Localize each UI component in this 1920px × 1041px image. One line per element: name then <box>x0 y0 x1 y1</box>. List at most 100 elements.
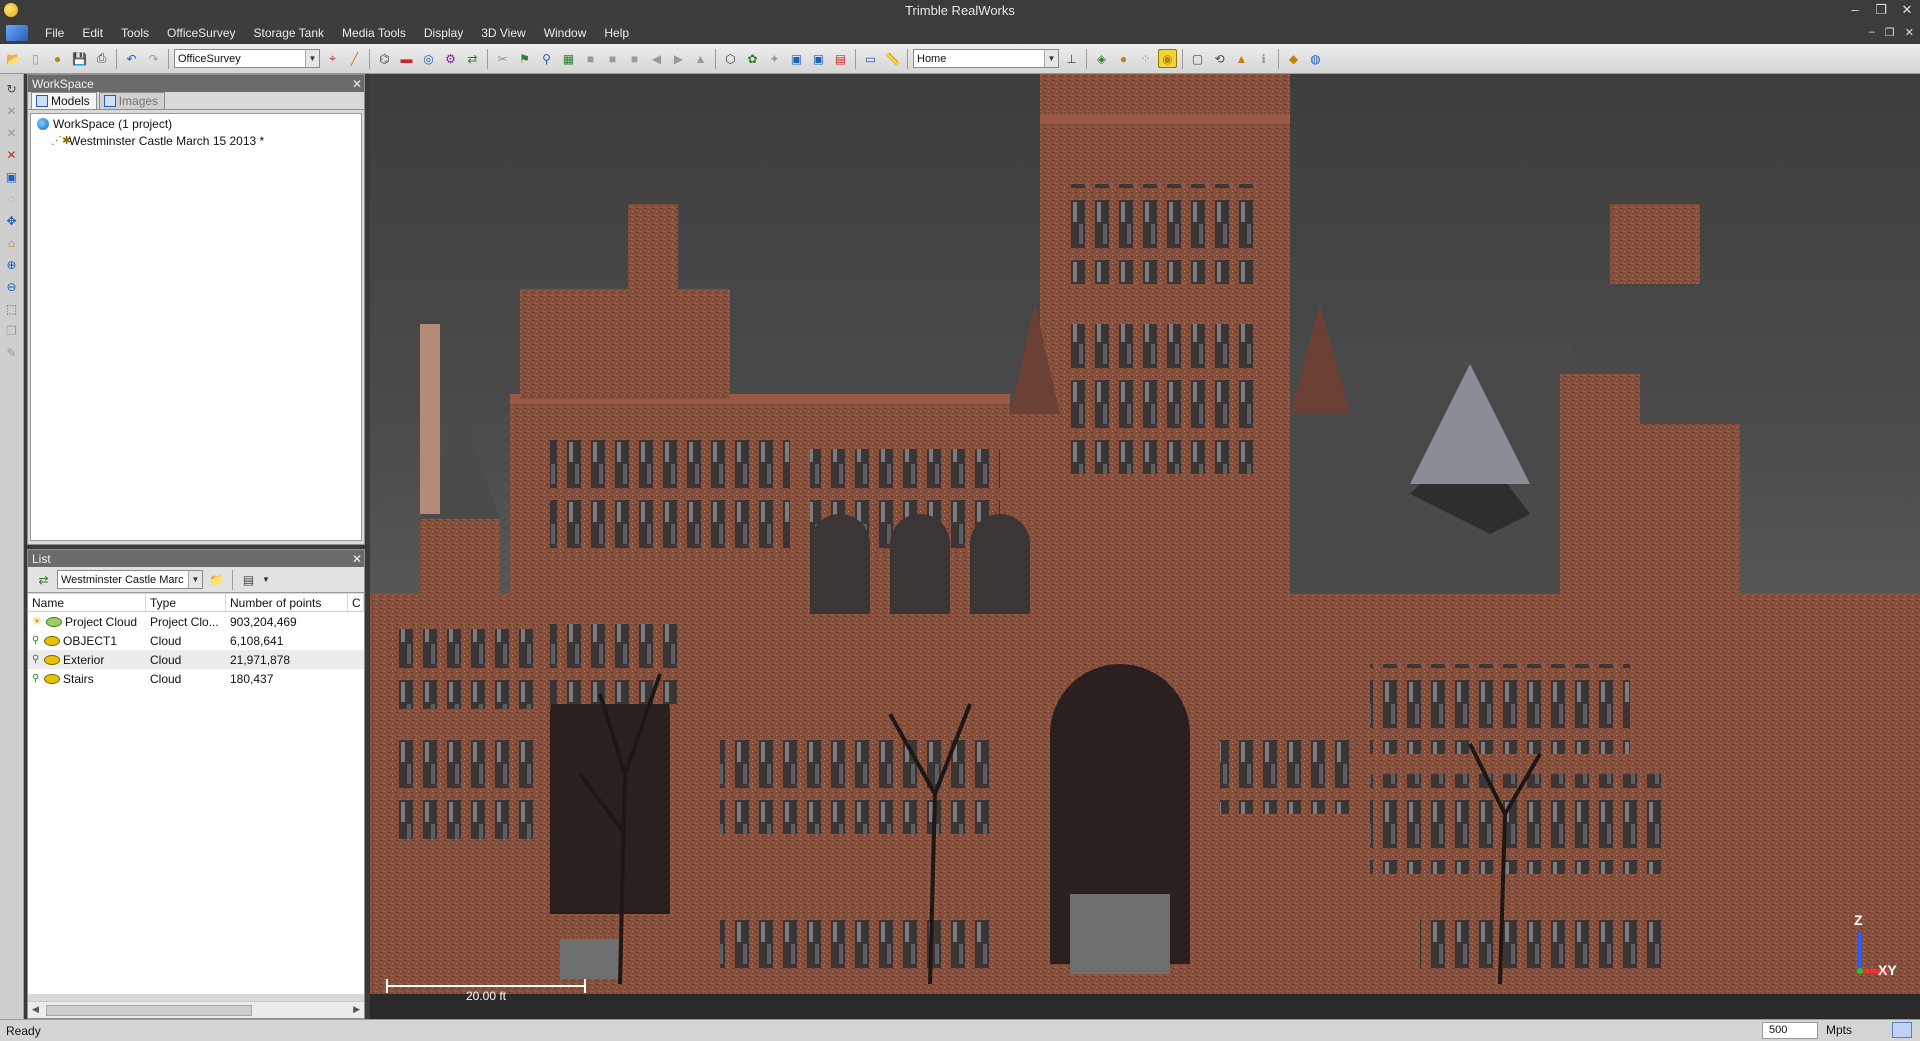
chevron-down-icon[interactable]: ▼ <box>305 50 319 67</box>
display-icon[interactable]: ◍ <box>1306 49 1325 68</box>
rotate-icon[interactable]: ⟲ <box>1210 49 1229 68</box>
light-bulb-icon[interactable]: ☀ <box>32 616 43 628</box>
visibility-icon[interactable]: ⚲ <box>32 673 41 685</box>
tree-root[interactable]: WorkSpace (1 project) <box>31 115 361 132</box>
menu-storage-tank[interactable]: Storage Tank <box>245 26 334 40</box>
mdi-restore-icon[interactable]: ❐ <box>1885 26 1895 39</box>
station-icon[interactable]: ⌬ <box>375 49 394 68</box>
menu-help[interactable]: Help <box>595 26 638 40</box>
axes-icon[interactable]: ⊥ <box>1062 49 1081 68</box>
flag-icon[interactable]: ⚑ <box>515 49 534 68</box>
draw-icon[interactable]: ✎ <box>3 344 21 362</box>
copy-icon[interactable]: ❐ <box>3 322 21 340</box>
menu-tools[interactable]: Tools <box>112 26 158 40</box>
menu-display[interactable]: Display <box>415 26 472 40</box>
bookmark-icon[interactable]: ▤ <box>831 49 850 68</box>
view-combo[interactable]: Home ▼ <box>913 49 1059 68</box>
project-icon[interactable]: ● <box>48 49 67 68</box>
window-view-icon[interactable]: ▣ <box>787 49 806 68</box>
back-icon[interactable]: ◀ <box>647 49 666 68</box>
ruler-icon[interactable]: 📏 <box>883 49 902 68</box>
redo-icon[interactable]: ↷ <box>144 49 163 68</box>
rotate-view-icon[interactable]: ↻ <box>3 80 21 98</box>
horizontal-scrollbar[interactable]: ◀ ▶ <box>28 1001 364 1018</box>
menu-3d-view[interactable]: 3D View <box>472 26 534 40</box>
warning-icon[interactable]: ▲ <box>1232 49 1251 68</box>
menu-file[interactable]: File <box>36 26 73 40</box>
new-icon[interactable]: ▯ <box>26 49 45 68</box>
chevron-down-icon[interactable]: ▼ <box>1044 50 1058 67</box>
monitor-icon[interactable]: ▭ <box>861 49 880 68</box>
register-icon[interactable]: ⇄ <box>463 49 482 68</box>
mdi-close-icon[interactable]: ✕ <box>1905 26 1914 39</box>
close-icon[interactable]: ✕ <box>350 77 364 91</box>
close-icon[interactable]: ✕ <box>350 552 364 566</box>
eye-toggle-icon[interactable]: ◉ <box>1158 49 1177 68</box>
mode-combo[interactable]: OfficeSurvey ▼ <box>174 49 320 68</box>
list-project-combo[interactable]: Westminster Castle Marc ▼ <box>57 570 203 589</box>
tab-models[interactable]: Models <box>31 92 97 109</box>
chevron-down-icon[interactable]: ▼ <box>188 571 202 588</box>
up-icon[interactable]: ▲ <box>691 49 710 68</box>
yellow-sphere-icon[interactable]: ● <box>1114 49 1133 68</box>
segment-icon[interactable]: ▬ <box>397 49 416 68</box>
sphere-icon[interactable]: ◎ <box>419 49 438 68</box>
layers-icon[interactable]: ◆ <box>1284 49 1303 68</box>
zoom-out-icon[interactable]: ⊖ <box>3 278 21 296</box>
disabled-tool-2-icon[interactable]: ✕ <box>3 124 21 142</box>
scroll-left-icon[interactable]: ◀ <box>32 1004 39 1015</box>
home-icon[interactable]: ⌂ <box>3 234 21 252</box>
col-type[interactable]: Type <box>146 594 226 611</box>
pan-icon[interactable]: ✥ <box>3 212 21 230</box>
clipboard-icon[interactable]: ▢ <box>1188 49 1207 68</box>
menu-window[interactable]: Window <box>535 26 596 40</box>
grey-icon[interactable]: ◌ <box>3 190 21 208</box>
dots-icon[interactable]: ⁘ <box>1136 49 1155 68</box>
cut-icon[interactable]: ✂ <box>493 49 512 68</box>
status-graph-icon[interactable] <box>1892 1022 1912 1038</box>
mdi-minimize-icon[interactable]: – <box>1869 26 1875 39</box>
scroll-right-icon[interactable]: ▶ <box>353 1004 360 1015</box>
pick-tool-icon[interactable]: ⌖ <box>323 49 342 68</box>
camera-icon[interactable]: ⬡ <box>721 49 740 68</box>
list-refresh-icon[interactable]: ⇄ <box>34 570 53 589</box>
col-c[interactable]: C <box>348 594 364 611</box>
grey-tool-3-icon[interactable]: ■ <box>625 49 644 68</box>
menu-edit[interactable]: Edit <box>73 26 112 40</box>
grey-tool-1-icon[interactable]: ■ <box>581 49 600 68</box>
restore-icon[interactable]: ❐ <box>1874 2 1888 18</box>
select-icon[interactable]: ✕ <box>3 146 21 164</box>
col-points[interactable]: Number of points <box>226 594 348 611</box>
disabled-tool-icon[interactable]: ✕ <box>3 102 21 120</box>
print-icon[interactable]: ⎙ <box>92 49 111 68</box>
menu-officesurvey[interactable]: OfficeSurvey <box>158 26 244 40</box>
table-row[interactable]: ☀ Project Cloud Project Clo... 903,204,4… <box>28 612 364 631</box>
open-icon[interactable]: 📂 <box>4 49 23 68</box>
3d-view[interactable]: 20.00 ft Z XY <box>370 74 1920 1019</box>
menu-media-tools[interactable]: Media Tools <box>333 26 415 40</box>
folder-up-icon[interactable]: 📁 <box>207 570 226 589</box>
tab-images[interactable]: Images <box>98 92 166 109</box>
col-name[interactable]: Name <box>28 594 146 611</box>
grey-tool-2-icon[interactable]: ■ <box>603 49 622 68</box>
cursor-icon[interactable]: ▣ <box>3 168 21 186</box>
table-row[interactable]: ⚲ OBJECT1 Cloud 6,108,641 <box>28 631 364 650</box>
zoom-icon[interactable]: ⚲ <box>537 49 556 68</box>
tree-project[interactable]: ⋰✱ Westminster Castle March 15 2013 * <box>31 132 361 149</box>
measure-icon[interactable]: ╱ <box>345 49 364 68</box>
info-icon[interactable]: ℹ <box>1254 49 1273 68</box>
render-icon[interactable]: ◈ <box>1092 49 1111 68</box>
table-row[interactable]: ⚲ Stairs Cloud 180,437 <box>28 669 364 688</box>
forward-icon[interactable]: ▶ <box>669 49 688 68</box>
document-icon[interactable] <box>6 25 28 41</box>
visibility-icon[interactable]: ⚲ <box>32 635 41 647</box>
save-icon[interactable]: 💾 <box>70 49 89 68</box>
visibility-icon[interactable]: ⚲ <box>32 654 41 666</box>
zoom-in-icon[interactable]: ⊕ <box>3 256 21 274</box>
points-budget-field[interactable]: 500 <box>1762 1022 1818 1039</box>
cube-icon[interactable]: ⬚ <box>3 300 21 318</box>
undo-icon[interactable]: ↶ <box>122 49 141 68</box>
chart-icon[interactable]: ▦ <box>559 49 578 68</box>
chevron-down-icon[interactable]: ▼ <box>262 575 270 584</box>
scroll-thumb[interactable] <box>46 1005 252 1016</box>
